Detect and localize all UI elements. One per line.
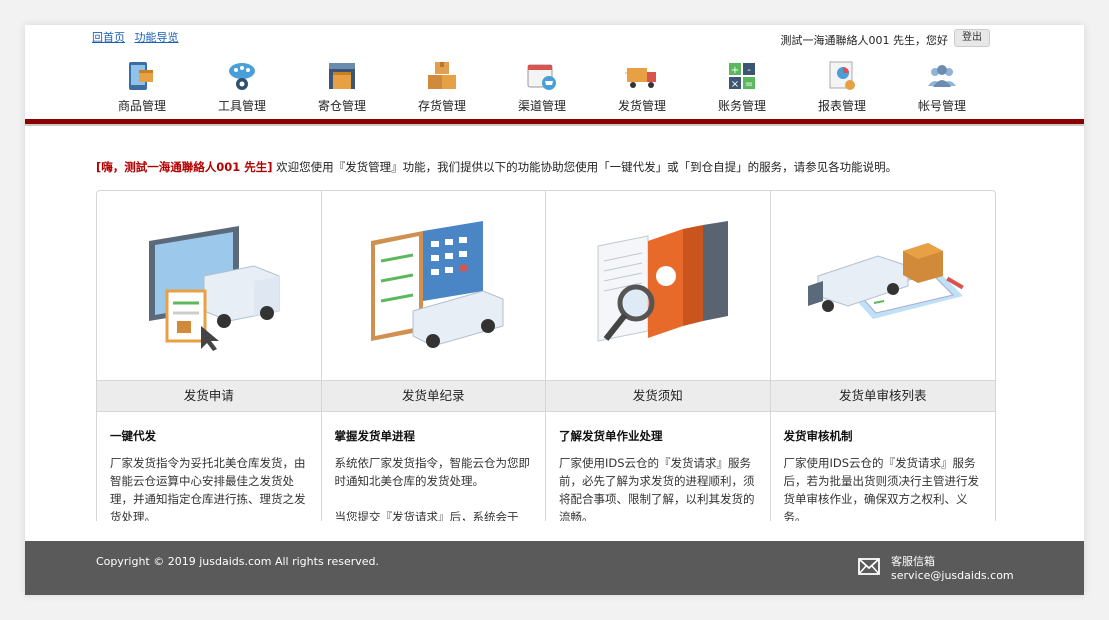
card-subtitle: 发货审核机制 (783, 429, 853, 443)
footer: Copyright © 2019 jusdaids.com All rights… (25, 541, 1084, 595)
card-title: 发货申请 (97, 380, 321, 412)
users-icon (928, 65, 956, 87)
report-chart-icon (829, 61, 855, 90)
copyright-text: Copyright © 2019 jusdaids.com All rights… (96, 555, 380, 568)
mail-icon (858, 558, 880, 575)
nav-label: 发货管理 (617, 99, 666, 113)
card-body: 掌握发货单进程 系统依厂家发货指令，智能云仓为您即时通知北美仓库的发货处理。 当… (322, 412, 546, 521)
svg-text:=: = (745, 79, 753, 90)
delivery-truck-icon (625, 68, 656, 88)
card-description: 系统依厂家发货指令，智能云仓为您即时通知北美仓库的发货处理。 当您提交『发货请求… (334, 456, 531, 521)
card-description: 厂家发货指令为妥托北美仓库发货，由智能云仓运算中心安排最佳之发货处理，并通知指定… (110, 456, 306, 521)
page-frame: 回首页 功能导览 測試一海通聯絡人001 先生，您好 登出 商品管理 工具管理 (25, 25, 1084, 595)
truck-clipboard-illustration (771, 191, 996, 380)
top-links: 回首页 功能导览 (92, 29, 185, 45)
card-subtitle: 一键代发 (110, 429, 156, 443)
nav-item-tools[interactable]: 工具管理 (192, 59, 292, 114)
product-tablet-icon (129, 62, 153, 90)
service-label: 客服信箱 (891, 555, 935, 568)
nav-item-accounting[interactable]: + - × = 账务管理 (692, 59, 792, 114)
nav-label: 存货管理 (417, 99, 466, 113)
nav-label: 工具管理 (217, 99, 266, 113)
card-title: 发货单审核列表 (770, 380, 995, 412)
feature-cards: 发货申请 一键代发 厂家发货指令为妥托北美仓库发货，由智能云仓运算中心安排最佳之… (96, 190, 996, 521)
nav-item-shipping[interactable]: 发货管理 (592, 59, 692, 114)
truck-screen-illustration (97, 191, 321, 380)
card-description: 厂家使用IDS云仓的『发货请求』服务后，若为批量出货则须决行主管进行发货单审核作… (783, 456, 980, 521)
nav-item-channel[interactable]: 渠道管理 (492, 59, 592, 114)
nav-label: 帐号管理 (917, 99, 966, 113)
home-link[interactable]: 回首页 (92, 31, 125, 44)
nav-item-reports[interactable]: 报表管理 (792, 59, 892, 114)
card-description: 厂家使用IDS云仓的『发货请求』服务前，必先了解为求发货的进程顺利，须将配合事项… (559, 456, 755, 521)
cloud-gear-icon (229, 63, 255, 90)
nav-item-product[interactable]: 商品管理 (92, 59, 192, 114)
calendar-cart-icon (527, 64, 556, 90)
card-shipping-request[interactable]: 发货申请 一键代发 厂家发货指令为妥托北美仓库发货，由智能云仓运算中心安排最佳之… (97, 191, 322, 521)
checklist-truck-illustration (322, 191, 546, 380)
card-subtitle: 了解发货单作业处理 (559, 429, 663, 443)
logout-button[interactable]: 登出 (954, 29, 990, 47)
nav-label: 账务管理 (717, 99, 766, 113)
nav-item-inventory[interactable]: 存货管理 (392, 59, 492, 114)
card-title: 发货须知 (546, 380, 770, 412)
nav-label: 报表管理 (817, 99, 866, 113)
card-subtitle: 掌握发货单进程 (334, 429, 416, 443)
top-bar: 回首页 功能导览 測試一海通聯絡人001 先生，您好 登出 (25, 25, 1084, 51)
welcome-text: 欢迎您使用『发货管理』功能，我们提供以下的功能协助您使用「一键代发」或「到仓自提… (272, 160, 898, 174)
binders-magnifier-illustration (546, 191, 770, 380)
header-divider-shadow (25, 124, 1084, 126)
card-body: 了解发货单作业处理 厂家使用IDS云仓的『发货请求』服务前，必先了解为求发货的进… (546, 412, 770, 521)
nav-label: 商品管理 (117, 99, 166, 113)
card-title: 发货单纪录 (321, 380, 545, 412)
welcome-highlight: [嗨，测試一海通聯絡人001 先生] (96, 160, 273, 174)
card-shipping-notice[interactable]: 发货须知 了解发货单作业处理 厂家使用IDS云仓的『发货请求』服务前，必先了解为… (546, 191, 771, 521)
nav-item-accounts[interactable]: 帐号管理 (892, 59, 992, 114)
svg-text:-: - (747, 65, 751, 76)
boxes-icon (428, 62, 456, 89)
welcome-message: [嗨，测試一海通聯絡人001 先生] 欢迎您使用『发货管理』功能，我们提供以下的… (96, 159, 897, 175)
card-shipping-review-list[interactable]: 发货单审核列表 发货审核机制 厂家使用IDS云仓的『发货请求』服务后，若为批量出… (770, 191, 996, 521)
feature-guide-link[interactable]: 功能导览 (135, 31, 179, 44)
svg-text:+: + (731, 65, 739, 76)
service-email-link[interactable]: service@jusdaids.com (891, 569, 1014, 582)
warehouse-icon (329, 63, 355, 89)
nav-label: 渠道管理 (517, 99, 566, 113)
nav-item-consign[interactable]: 寄仓管理 (292, 59, 392, 114)
card-body: 发货审核机制 厂家使用IDS云仓的『发货请求』服务后，若为批量出货则须决行主管进… (771, 412, 996, 521)
calculator-icon: + - × = (729, 63, 755, 90)
card-body: 一键代发 厂家发货指令为妥托北美仓库发货，由智能云仓运算中心安排最佳之发货处理，… (97, 412, 321, 521)
user-greeting: 測試一海通聯絡人001 先生，您好 (780, 34, 949, 47)
card-shipping-records[interactable]: 发货单纪录 掌握发货单进程 系统依厂家发货指令，智能云仓为您即时通知北美仓库的发… (321, 191, 546, 521)
svg-text:×: × (731, 79, 739, 90)
main-nav: 商品管理 工具管理 寄仓管理 存货管理 渠道管理 发货管理 + - × = 账务… (92, 59, 992, 114)
nav-label: 寄仓管理 (317, 99, 366, 113)
